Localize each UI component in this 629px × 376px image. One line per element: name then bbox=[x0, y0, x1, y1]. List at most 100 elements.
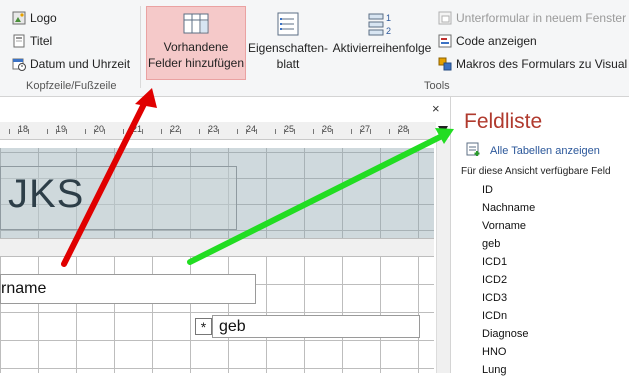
ruler-tick bbox=[236, 129, 238, 134]
form-title-text: JKS bbox=[8, 172, 85, 216]
ruler-tick bbox=[274, 129, 276, 134]
horizontal-ruler: 18 19 20 21 22 23 24 25 26 27 28 bbox=[0, 122, 436, 140]
ruler-tick bbox=[255, 129, 257, 134]
ruler-tick bbox=[141, 129, 143, 134]
close-icon[interactable]: × bbox=[432, 101, 440, 116]
title-label: Titel bbox=[30, 34, 53, 48]
vertical-scrollbar[interactable] bbox=[436, 139, 451, 373]
datetime-button[interactable]: Datum und Uhrzeit bbox=[12, 54, 130, 74]
field-list-item[interactable]: geb bbox=[482, 238, 500, 250]
calendar-clock-icon bbox=[12, 57, 26, 71]
ruler-tick bbox=[293, 129, 295, 134]
ruler-tick bbox=[18, 129, 19, 134]
group-label-header-footer: Kopfzeile/Fußzeile bbox=[26, 80, 117, 92]
field-list-pane bbox=[450, 97, 629, 373]
ruler-label: 28 bbox=[398, 124, 409, 134]
ruler-label: 18 bbox=[18, 124, 29, 134]
ruler-label: 23 bbox=[208, 124, 219, 134]
ruler-tick bbox=[46, 129, 48, 134]
ruler-tick bbox=[369, 129, 371, 134]
ruler-tick bbox=[198, 129, 200, 134]
ruler-tick bbox=[84, 129, 86, 134]
field-list-item[interactable]: Diagnose bbox=[482, 328, 528, 340]
field-list-item[interactable]: Vorname bbox=[482, 220, 526, 232]
field-list-item[interactable]: Lung bbox=[482, 364, 506, 376]
ruler-corner bbox=[436, 122, 450, 139]
tab-order-button[interactable]: 12 Aktivierreihenfolge bbox=[331, 6, 433, 78]
title-button[interactable]: Titel bbox=[12, 31, 52, 51]
ruler-label: 26 bbox=[322, 124, 333, 134]
subform-new-window-button[interactable]: Unterformular in neuem Fenster bbox=[438, 8, 626, 28]
logo-icon bbox=[12, 11, 26, 25]
ruler-tick bbox=[160, 129, 162, 134]
svg-text:1: 1 bbox=[386, 13, 391, 23]
ruler-tick bbox=[132, 129, 133, 134]
convert-macros-label: Makros des Formulars zu Visual B bbox=[456, 57, 629, 71]
ruler-label: 25 bbox=[284, 124, 295, 134]
tab-order-label: Aktivierreihenfolge bbox=[332, 41, 432, 55]
ruler-tick bbox=[322, 129, 323, 134]
ruler-tick bbox=[94, 129, 95, 134]
ruler-tick bbox=[27, 129, 29, 134]
detail-section-bar[interactable] bbox=[0, 238, 434, 258]
ruler-tick bbox=[65, 129, 67, 134]
field-list-item[interactable]: ICD3 bbox=[482, 292, 507, 304]
add-fields-label-line2: Felder hinzufügen bbox=[147, 56, 245, 70]
view-code-label: Code anzeigen bbox=[456, 34, 537, 48]
field-list-item[interactable]: ICDn bbox=[482, 310, 507, 322]
ruler-tick bbox=[8, 129, 10, 134]
property-sheet-label-line1: Eigenschaften- bbox=[247, 41, 329, 55]
field-list-item[interactable]: ICD2 bbox=[482, 274, 507, 286]
ruler-tick bbox=[312, 129, 314, 134]
ribbon: Logo Titel Datum und Uhrzeit Kopfzeile/F… bbox=[0, 0, 629, 97]
ruler-label: 24 bbox=[246, 124, 257, 134]
field-list-item[interactable]: ICD1 bbox=[482, 256, 507, 268]
field-list-item[interactable]: Nachname bbox=[482, 202, 535, 214]
logo-button[interactable]: Logo bbox=[12, 8, 57, 28]
view-code-button[interactable]: Code anzeigen bbox=[438, 31, 537, 51]
ruler-tick bbox=[103, 129, 105, 134]
title-icon bbox=[12, 34, 26, 48]
property-sheet-label-line2: blatt bbox=[276, 57, 300, 71]
ruler-tick bbox=[170, 129, 171, 134]
show-all-tables-icon bbox=[466, 142, 480, 159]
property-sheet-icon bbox=[276, 12, 300, 40]
ruler-tick bbox=[179, 129, 181, 134]
ruler-label: 21 bbox=[132, 124, 143, 134]
field-list-item[interactable]: HNO bbox=[482, 346, 506, 358]
macro-convert-icon bbox=[438, 57, 452, 71]
ruler-tick bbox=[246, 129, 247, 134]
convert-macros-button[interactable]: Makros des Formulars zu Visual B bbox=[438, 54, 629, 74]
nachname-field[interactable]: rname bbox=[0, 274, 256, 304]
ruler-tick bbox=[56, 129, 57, 134]
show-all-tables-link[interactable]: Alle Tabellen anzeigen bbox=[466, 142, 600, 159]
add-existing-fields-button[interactable]: Vorhandene Felder hinzufügen bbox=[146, 6, 246, 80]
asterisk-marker: * bbox=[195, 318, 212, 335]
datetime-label: Datum und Uhrzeit bbox=[30, 57, 131, 71]
property-sheet-button[interactable]: Eigenschaften- blatt bbox=[246, 6, 330, 78]
ruler-tick bbox=[388, 129, 390, 134]
ruler-tick bbox=[122, 129, 124, 134]
nachname-field-text: rname bbox=[1, 280, 47, 297]
ruler-tick bbox=[360, 129, 361, 134]
code-icon bbox=[438, 34, 452, 48]
geb-field[interactable]: geb bbox=[212, 315, 420, 338]
logo-label: Logo bbox=[30, 11, 57, 25]
tab-order-icon: 12 bbox=[367, 12, 397, 40]
field-list-item[interactable]: ID bbox=[482, 184, 493, 196]
group-label-tools: Tools bbox=[424, 80, 450, 92]
ruler-tick bbox=[284, 129, 285, 134]
ruler-tick bbox=[398, 129, 399, 134]
geb-field-text: geb bbox=[219, 317, 246, 335]
ruler-tick bbox=[331, 129, 333, 134]
ruler-tick bbox=[217, 129, 219, 134]
ruler-tick bbox=[208, 129, 209, 134]
ruler-tick bbox=[407, 129, 409, 134]
ruler-label: 19 bbox=[56, 124, 67, 134]
field-list-caption: Für diese Ansicht verfügbare Feld bbox=[461, 166, 611, 177]
subform-new-window-label: Unterformular in neuem Fenster bbox=[456, 11, 627, 25]
field-list-title: Feldliste bbox=[464, 110, 543, 133]
add-fields-icon bbox=[183, 13, 209, 39]
svg-text:2: 2 bbox=[386, 26, 391, 36]
ruler-label: 20 bbox=[94, 124, 105, 134]
